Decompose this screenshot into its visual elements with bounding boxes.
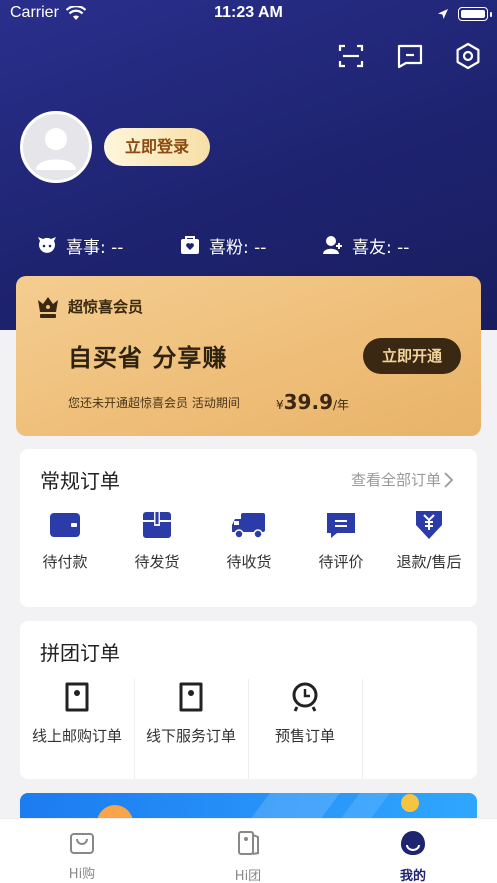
stat-xifen-label: 喜粉: -- bbox=[209, 237, 267, 258]
stat-xishi[interactable]: 喜事: -- bbox=[36, 232, 123, 258]
open-vip-button[interactable]: 立即开通 bbox=[363, 338, 461, 374]
happy-face-icon bbox=[38, 237, 56, 253]
order-pending-payment-label: 待付款 bbox=[42, 553, 88, 571]
battery-icon bbox=[458, 7, 492, 21]
heart-bag-icon bbox=[181, 236, 199, 254]
price-unit: /年 bbox=[333, 398, 350, 412]
group-order-offline[interactable]: 线下服务订单 bbox=[134, 681, 248, 746]
comment-icon bbox=[327, 513, 355, 538]
stat-xishi-label: 喜事: -- bbox=[66, 237, 124, 258]
divider bbox=[362, 679, 363, 779]
package-icon bbox=[143, 512, 171, 538]
shopping-bag-icon bbox=[70, 833, 94, 854]
friend-add-icon bbox=[323, 236, 342, 254]
stat-xiyou[interactable]: 喜友: -- bbox=[322, 232, 409, 258]
message-icon[interactable] bbox=[396, 42, 424, 70]
user-placeholder-icon bbox=[36, 128, 76, 170]
scan-icon[interactable] bbox=[337, 42, 365, 70]
wallet-icon bbox=[50, 513, 80, 537]
tab-hi-group[interactable]: Hi团 bbox=[198, 829, 298, 883]
login-button[interactable]: 立即登录 bbox=[104, 128, 210, 166]
bottom-tab-bar: Hi购 Hi团 我的 bbox=[0, 818, 497, 883]
vip-slogan: 自买省 分享赚 bbox=[68, 344, 228, 372]
group-order-presale[interactable]: 预售订单 bbox=[248, 681, 362, 746]
avatar[interactable] bbox=[20, 111, 92, 183]
group-order-online[interactable]: 线上邮购订单 bbox=[20, 681, 134, 746]
group-order-offline-label: 线下服务订单 bbox=[145, 727, 236, 745]
order-pending-shipment-label: 待发货 bbox=[134, 553, 180, 571]
group-orders-card: 拼团订单 线上邮购订单 线下服务订单 预售订单 bbox=[20, 621, 477, 779]
clock-icon bbox=[292, 682, 318, 712]
vip-price: ¥39.9/年 bbox=[276, 390, 349, 414]
order-pending-payment[interactable]: 待付款 bbox=[20, 507, 110, 572]
tab-hi-group-label: Hi团 bbox=[234, 869, 262, 883]
truck-icon bbox=[232, 513, 265, 539]
vip-title: 超惊喜会员 bbox=[68, 298, 144, 316]
order-pending-receipt[interactable]: 待收货 bbox=[204, 507, 294, 572]
profile-page: Carrier 11:23 AM 立即登录 喜事: -- 喜粉: -- 喜友: … bbox=[0, 0, 497, 883]
regular-orders-title: 常规订单 bbox=[40, 469, 120, 493]
price-value: 39.9 bbox=[283, 390, 333, 414]
order-pending-review-label: 待评价 bbox=[318, 553, 364, 571]
regular-orders-card: 常规订单 查看全部订单 待付款 待发货 待收货 待评价 退款/售后 bbox=[20, 449, 477, 607]
status-bar: Carrier 11:23 AM bbox=[0, 0, 497, 28]
price-currency: ¥ bbox=[276, 398, 284, 412]
vip-card[interactable]: 超惊喜会员 自买省 分享赚 立即开通 您还未开通超惊喜会员 活动期间 ¥39.9… bbox=[16, 276, 481, 436]
tag-icon bbox=[65, 682, 89, 712]
stat-xifen[interactable]: 喜粉: -- bbox=[179, 232, 266, 258]
location-arrow-icon bbox=[438, 9, 448, 19]
group-order-online-label: 线上邮购订单 bbox=[31, 727, 122, 745]
clock: 11:23 AM bbox=[214, 4, 283, 21]
crown-icon bbox=[38, 297, 58, 318]
tab-hi-buy[interactable]: Hi购 bbox=[32, 829, 132, 882]
order-refund-label: 退款/售后 bbox=[396, 553, 462, 571]
tab-mine-label: 我的 bbox=[399, 869, 426, 883]
tag-icon bbox=[179, 682, 203, 712]
order-pending-review[interactable]: 待评价 bbox=[296, 507, 386, 572]
vip-description: 您还未开通超惊喜会员 活动期间 bbox=[68, 396, 240, 410]
group-order-presale-label: 预售订单 bbox=[274, 727, 335, 745]
view-all-orders-link[interactable]: 查看全部订单 bbox=[351, 469, 455, 490]
group-orders-title: 拼团订单 bbox=[40, 641, 120, 665]
tab-mine[interactable]: 我的 bbox=[363, 829, 463, 883]
stat-xiyou-label: 喜友: -- bbox=[352, 237, 410, 258]
order-pending-receipt-label: 待收货 bbox=[226, 553, 272, 571]
settings-icon[interactable] bbox=[454, 42, 482, 70]
refund-icon bbox=[416, 511, 442, 539]
group-tag-icon bbox=[238, 831, 259, 855]
profile-icon bbox=[401, 831, 425, 855]
view-all-label: 查看全部订单 bbox=[350, 471, 441, 489]
chevron-right-icon bbox=[444, 471, 454, 488]
tab-hi-buy-label: Hi购 bbox=[68, 867, 96, 882]
order-refund[interactable]: 退款/售后 bbox=[384, 507, 474, 572]
order-pending-shipment[interactable]: 待发货 bbox=[112, 507, 202, 572]
